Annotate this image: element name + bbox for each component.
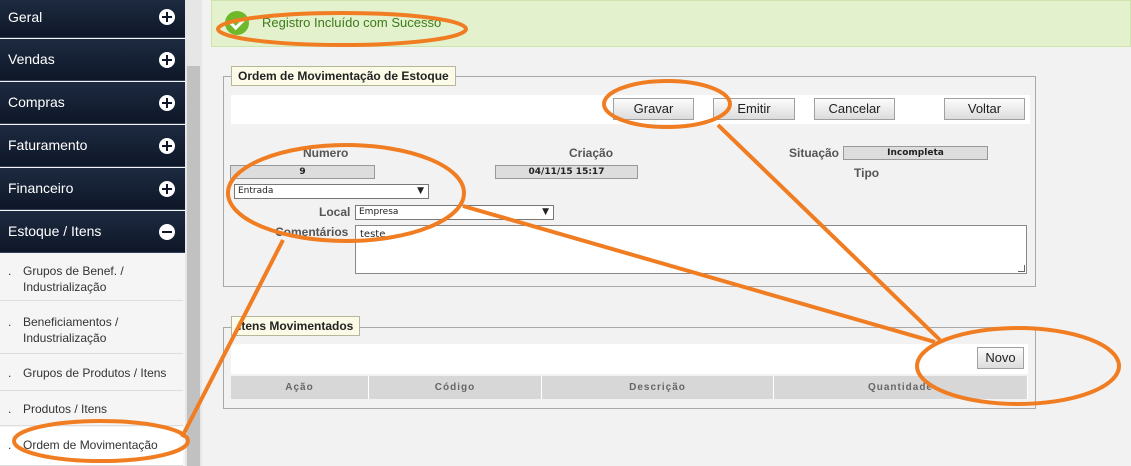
menu-financeiro-label: Financeiro — [8, 180, 74, 196]
resize-handle-icon[interactable] — [1018, 265, 1025, 272]
bullet: . — [8, 402, 12, 416]
menu-financeiro[interactable]: Financeiro — [0, 168, 185, 210]
column-header-acao[interactable]: Ação — [231, 376, 369, 399]
column-header-descricao[interactable]: Descrição — [542, 376, 774, 399]
plus-circle-icon[interactable] — [159, 95, 175, 111]
menu-geral[interactable]: Geral — [0, 0, 185, 38]
bullet: . — [8, 315, 12, 329]
sidebar-item-label: Grupos de Produtos / Itens — [23, 366, 167, 380]
sidebar-item-label: Ordem de Movimentação — [23, 438, 158, 452]
sidebar-item-grupos-produtos[interactable]: . Grupos de Produtos / Itens — [0, 355, 183, 391]
tipo-label: Tipo — [854, 166, 880, 180]
sidebar: Geral Vendas Compras Faturamento Finance… — [0, 0, 185, 466]
scrollbar-thumb[interactable] — [187, 66, 200, 466]
plus-circle-icon[interactable] — [159, 138, 175, 154]
save-button[interactable]: Gravar — [613, 98, 694, 120]
criacao-field: 04/11/15 15:17 — [495, 165, 638, 179]
menu-compras[interactable]: Compras — [0, 82, 185, 124]
comentarios-textarea[interactable]: teste — [355, 225, 1027, 274]
sidebar-item-label: Industrialização — [23, 331, 107, 345]
menu-estoque-itens[interactable]: Estoque / Itens — [0, 211, 185, 253]
numero-label: Numero — [303, 146, 349, 160]
local-select[interactable]: Empresa ▼ — [355, 205, 554, 220]
caret-down-icon: ▼ — [417, 186, 424, 196]
sidebar-item-grupos-benef[interactable]: . Grupos de Benef. / Industrialização — [0, 254, 183, 301]
local-select-value: Empresa — [359, 207, 399, 217]
new-button[interactable]: Novo — [977, 347, 1024, 369]
local-label: Local — [319, 205, 351, 219]
sidebar-item-ordem-movimentacao[interactable]: . Ordem de Movimentação — [0, 427, 183, 466]
sidebar-item-label: Produtos / Itens — [23, 402, 108, 416]
menu-estoque-itens-label: Estoque / Itens — [8, 223, 102, 239]
comentarios-label: Comentários — [275, 225, 349, 239]
check-circle-icon — [225, 11, 249, 35]
bullet: . — [8, 264, 12, 278]
items-toolbar — [231, 344, 1028, 374]
back-button[interactable]: Voltar — [944, 98, 1025, 120]
caret-down-icon: ▼ — [542, 207, 549, 217]
bullet: . — [8, 366, 12, 380]
cancel-button[interactable]: Cancelar — [814, 98, 895, 120]
menu-compras-label: Compras — [8, 94, 65, 110]
sidebar-item-label: Industrialização — [23, 280, 107, 294]
sidebar-item-label: Grupos de Benef. / — [23, 264, 124, 278]
issue-button[interactable]: Emitir — [713, 98, 795, 120]
sidebar-item-label: Beneficiamentos / — [23, 315, 119, 329]
plus-circle-icon[interactable] — [159, 52, 175, 68]
numero-field: 9 — [230, 165, 375, 179]
sidebar-item-produtos-itens[interactable]: . Produtos / Itens — [0, 392, 183, 426]
menu-faturamento[interactable]: Faturamento — [0, 125, 185, 167]
menu-faturamento-label: Faturamento — [8, 137, 88, 153]
menu-geral-label: Geral — [8, 9, 43, 25]
column-header-quantidade[interactable]: Quantidade — [774, 376, 1028, 399]
sidebar-item-beneficiamentos[interactable]: . Beneficiamentos / Industrialização — [0, 302, 183, 354]
menu-vendas-label: Vendas — [8, 51, 55, 67]
situacao-field: Incompleta — [843, 146, 988, 160]
comentarios-value: teste — [360, 229, 386, 240]
items-legend: Itens Movimentados — [231, 316, 361, 336]
minus-circle-icon[interactable] — [159, 224, 175, 240]
plus-circle-icon[interactable] — [159, 181, 175, 197]
tipo-select[interactable]: Entrada ▼ — [234, 184, 429, 199]
plus-circle-icon[interactable] — [159, 9, 175, 25]
bullet: . — [8, 438, 12, 452]
success-message: Registro Incluído com Sucesso — [262, 15, 442, 30]
tipo-select-value: Entrada — [238, 186, 274, 196]
order-legend: Ordem de Movimentação de Estoque — [231, 66, 456, 86]
criacao-label: Criação — [569, 146, 614, 160]
column-header-codigo[interactable]: Código — [369, 376, 542, 399]
menu-vendas[interactable]: Vendas — [0, 39, 185, 81]
situacao-label: Situação — [789, 146, 840, 160]
